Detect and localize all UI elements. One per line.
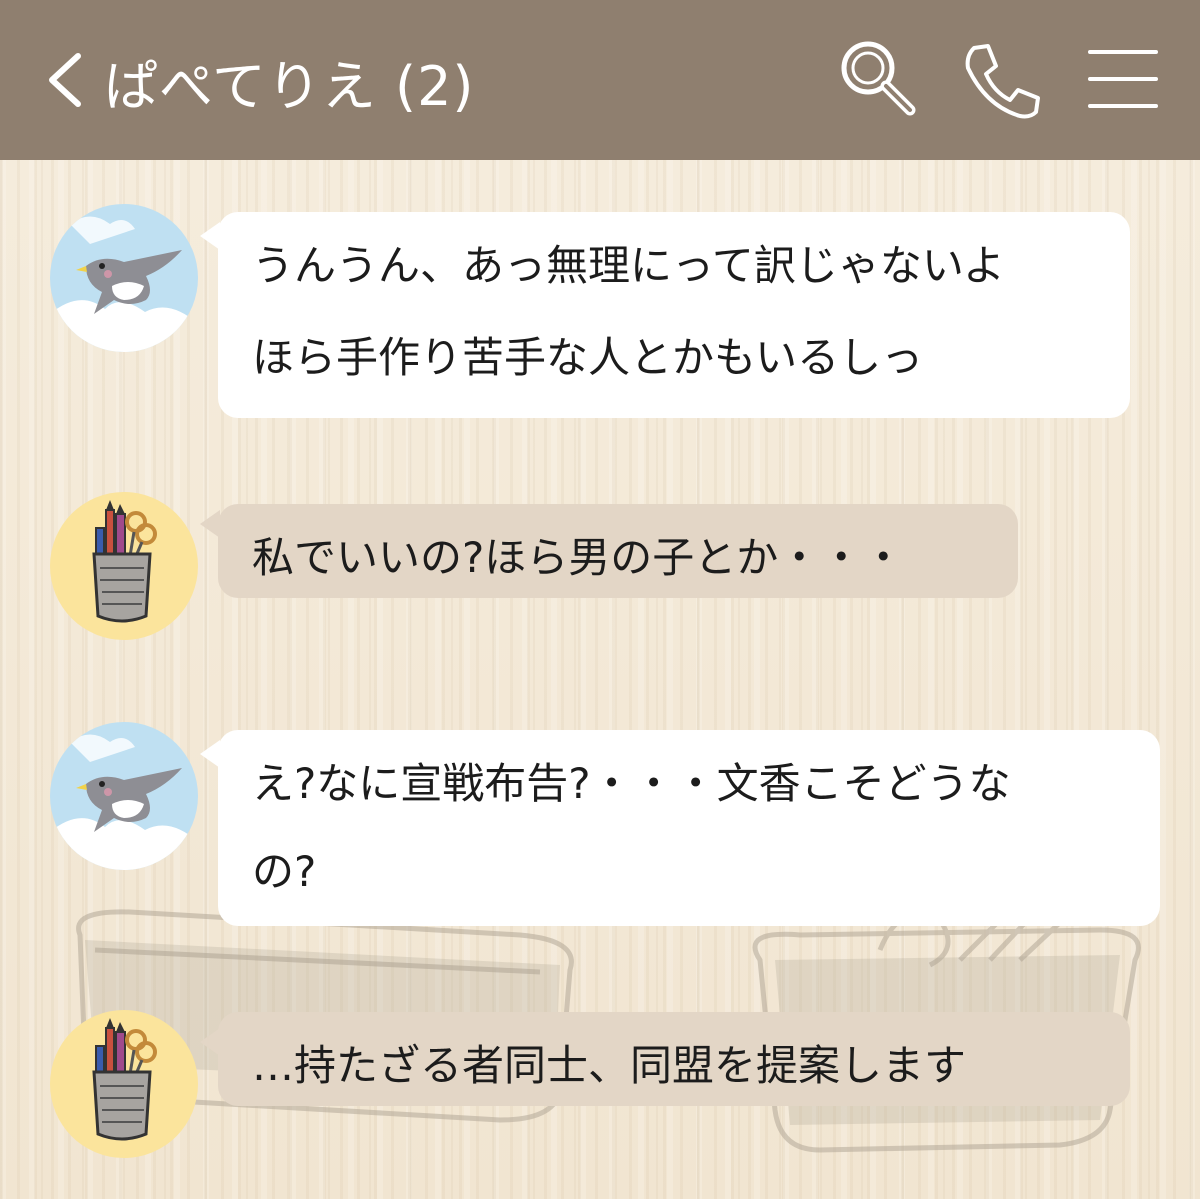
chat-title[interactable]: ぱぺてりえ (2): [104, 42, 475, 121]
bubble-tail: [200, 222, 220, 250]
phone-icon[interactable]: [960, 38, 1044, 122]
message-bubble[interactable]: 私でいいの?ほら男の子とか・・・: [218, 504, 1018, 598]
message-bubble[interactable]: え?なに宣戦布告?・・・文香こそどうな の?: [218, 730, 1160, 926]
swallow-bird-avatar[interactable]: [50, 204, 198, 352]
pencil-cup-avatar[interactable]: [50, 492, 198, 640]
swallow-bird-avatar[interactable]: [50, 722, 198, 870]
pencil-cup-icon: [92, 1018, 157, 1141]
pencil-cup-icon: [92, 500, 157, 623]
bubble-tail: [200, 1028, 220, 1056]
message-text-line: ほら手作り苦手な人とかもいるしっ: [252, 333, 924, 382]
search-icon[interactable]: [838, 38, 920, 120]
hamburger-menu-icon[interactable]: [1086, 44, 1160, 114]
bubble-tail: [200, 510, 220, 538]
chat-header: ぱぺてりえ (2): [0, 0, 1200, 160]
message-text-line: え?なに宣戦布告?・・・文香こそどうな: [252, 759, 1011, 808]
chevron-left-icon[interactable]: [40, 48, 90, 112]
message-text-line: 私でいいの?ほら男の子とか・・・: [252, 533, 905, 582]
message-bubble[interactable]: …持たざる者同士、同盟を提案します: [218, 1012, 1130, 1106]
swallow-bird-icon: [50, 734, 198, 870]
message-text-line: の?: [252, 847, 317, 896]
swallow-bird-icon: [50, 216, 198, 352]
bubble-tail: [200, 740, 220, 768]
message-text-line: …持たざる者同士、同盟を提案します: [252, 1041, 967, 1090]
pencil-cup-avatar[interactable]: [50, 1010, 198, 1158]
message-text-line: うんうん、あっ無理にって訳じゃないよ: [252, 241, 1006, 290]
message-bubble[interactable]: うんうん、あっ無理にって訳じゃないよ ほら手作り苦手な人とかもいるしっ: [218, 212, 1130, 418]
